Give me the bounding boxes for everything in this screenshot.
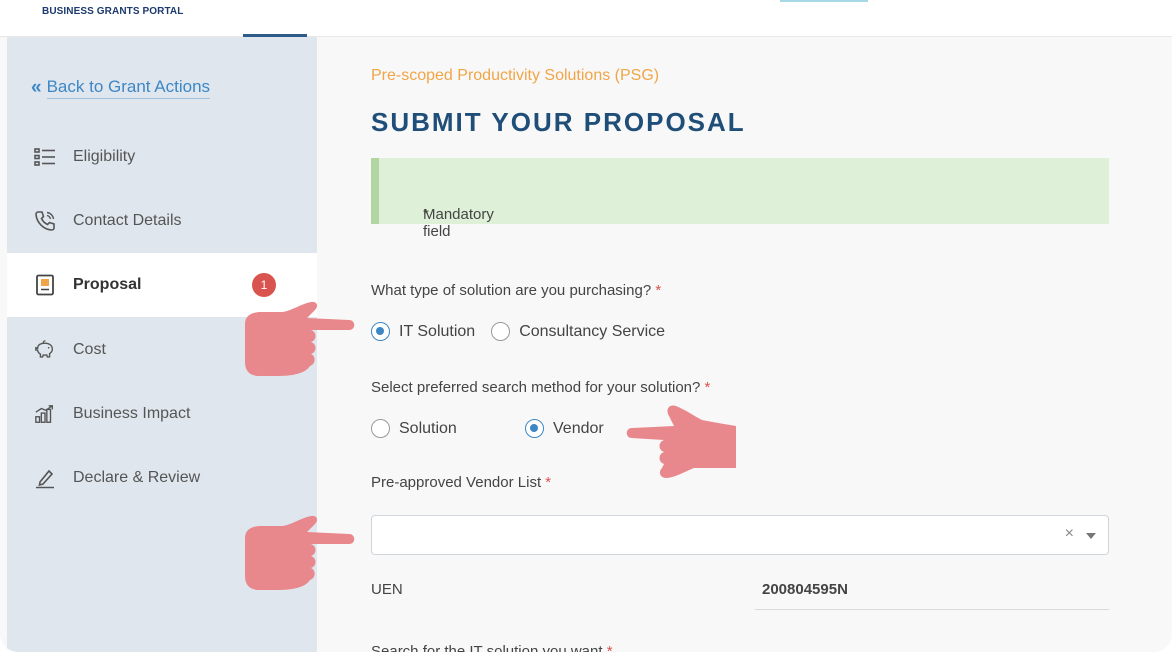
vendor-radio[interactable] — [525, 419, 544, 438]
sidebar-item-label: Contact Details — [73, 212, 182, 229]
sidebar-item-label: Eligibility — [73, 148, 136, 165]
main-content: Pre-scoped Productivity Solutions (PSG) … — [317, 37, 1172, 652]
page-subtitle: Pre-scoped Productivity Solutions (PSG) — [371, 67, 660, 84]
back-to-grant-actions-link[interactable]: « Back to Grant Actions — [31, 77, 211, 99]
sidebar-item-label: Declare & Review — [73, 469, 201, 486]
top-nav-indicator — [780, 0, 868, 2]
solution-type-radio-group: IT Solution Consultancy Service — [371, 322, 665, 341]
document-icon — [34, 274, 56, 296]
sidebar-item-contact-details[interactable]: Contact Details — [7, 189, 317, 253]
chevron-down-icon[interactable] — [1086, 533, 1096, 539]
solution-type-question: What type of solution are you purchasing… — [371, 282, 661, 299]
search-method-radio-group: Solution Vendor — [371, 419, 604, 438]
piggy-bank-icon — [34, 339, 56, 361]
mandatory-note-text: Mandatory field — [423, 206, 494, 240]
top-bar: BUSINESS GRANTS PORTAL — [0, 0, 1172, 37]
required-asterisk: * — [655, 282, 662, 299]
sidebar-item-business-impact[interactable]: Business Impact — [7, 382, 317, 446]
brand-logo-text[interactable]: BUSINESS GRANTS PORTAL — [42, 6, 183, 17]
search-method-question: Select preferred search method for your … — [371, 379, 710, 396]
required-asterisk: * — [606, 643, 613, 652]
phone-icon — [34, 210, 56, 232]
app-window: BUSINESS GRANTS PORTAL « Back to Grant A… — [0, 0, 1172, 652]
double-chevron-left-icon: « — [31, 77, 41, 98]
question-label: Select preferred search method for your … — [371, 379, 701, 396]
vendor-list-label: Pre-approved Vendor List * — [371, 474, 551, 491]
notification-badge: 1 — [252, 273, 276, 297]
sidebar-item-label: Proposal — [73, 276, 142, 293]
page-title: SUBMIT YOUR PROPOSAL — [371, 107, 746, 137]
pointing-hand-icon — [245, 515, 355, 590]
back-link-label: Back to Grant Actions — [46, 77, 211, 99]
sidebar-item-label: Cost — [73, 341, 106, 358]
it-solution-label[interactable]: IT Solution — [399, 323, 475, 341]
sidebar-item-eligibility[interactable]: Eligibility — [7, 125, 317, 189]
mandatory-field-notice: * Mandatory field — [371, 158, 1109, 240]
it-solution-search-question: Search for the IT solution you want * — [371, 643, 613, 652]
question-label: Search for the IT solution you want — [371, 643, 603, 652]
signature-pen-icon — [34, 467, 56, 489]
question-label: What type of solution are you purchasing… — [371, 282, 652, 299]
divider — [755, 609, 1109, 610]
field-label: Pre-approved Vendor List — [371, 474, 542, 491]
sidebar-item-label: Business Impact — [73, 405, 191, 422]
required-asterisk: * — [704, 379, 711, 396]
uen-value: 200804595N — [762, 581, 848, 598]
pointing-hand-icon — [245, 301, 355, 376]
bar-chart-icon — [34, 403, 56, 425]
clear-icon[interactable]: × — [1065, 525, 1074, 543]
consultancy-service-label[interactable]: Consultancy Service — [519, 323, 665, 341]
solution-label[interactable]: Solution — [399, 420, 525, 438]
vendor-list-select[interactable]: × — [371, 515, 1109, 555]
sidebar-item-declare-review[interactable]: Declare & Review — [7, 446, 317, 510]
pointing-hand-icon — [626, 405, 736, 478]
uen-label: UEN — [371, 581, 403, 598]
required-asterisk: * — [545, 474, 552, 491]
solution-radio[interactable] — [371, 419, 390, 438]
list-icon — [34, 146, 56, 168]
vendor-label[interactable]: Vendor — [553, 420, 604, 438]
consultancy-service-radio[interactable] — [491, 322, 511, 341]
it-solution-radio[interactable] — [371, 322, 390, 341]
